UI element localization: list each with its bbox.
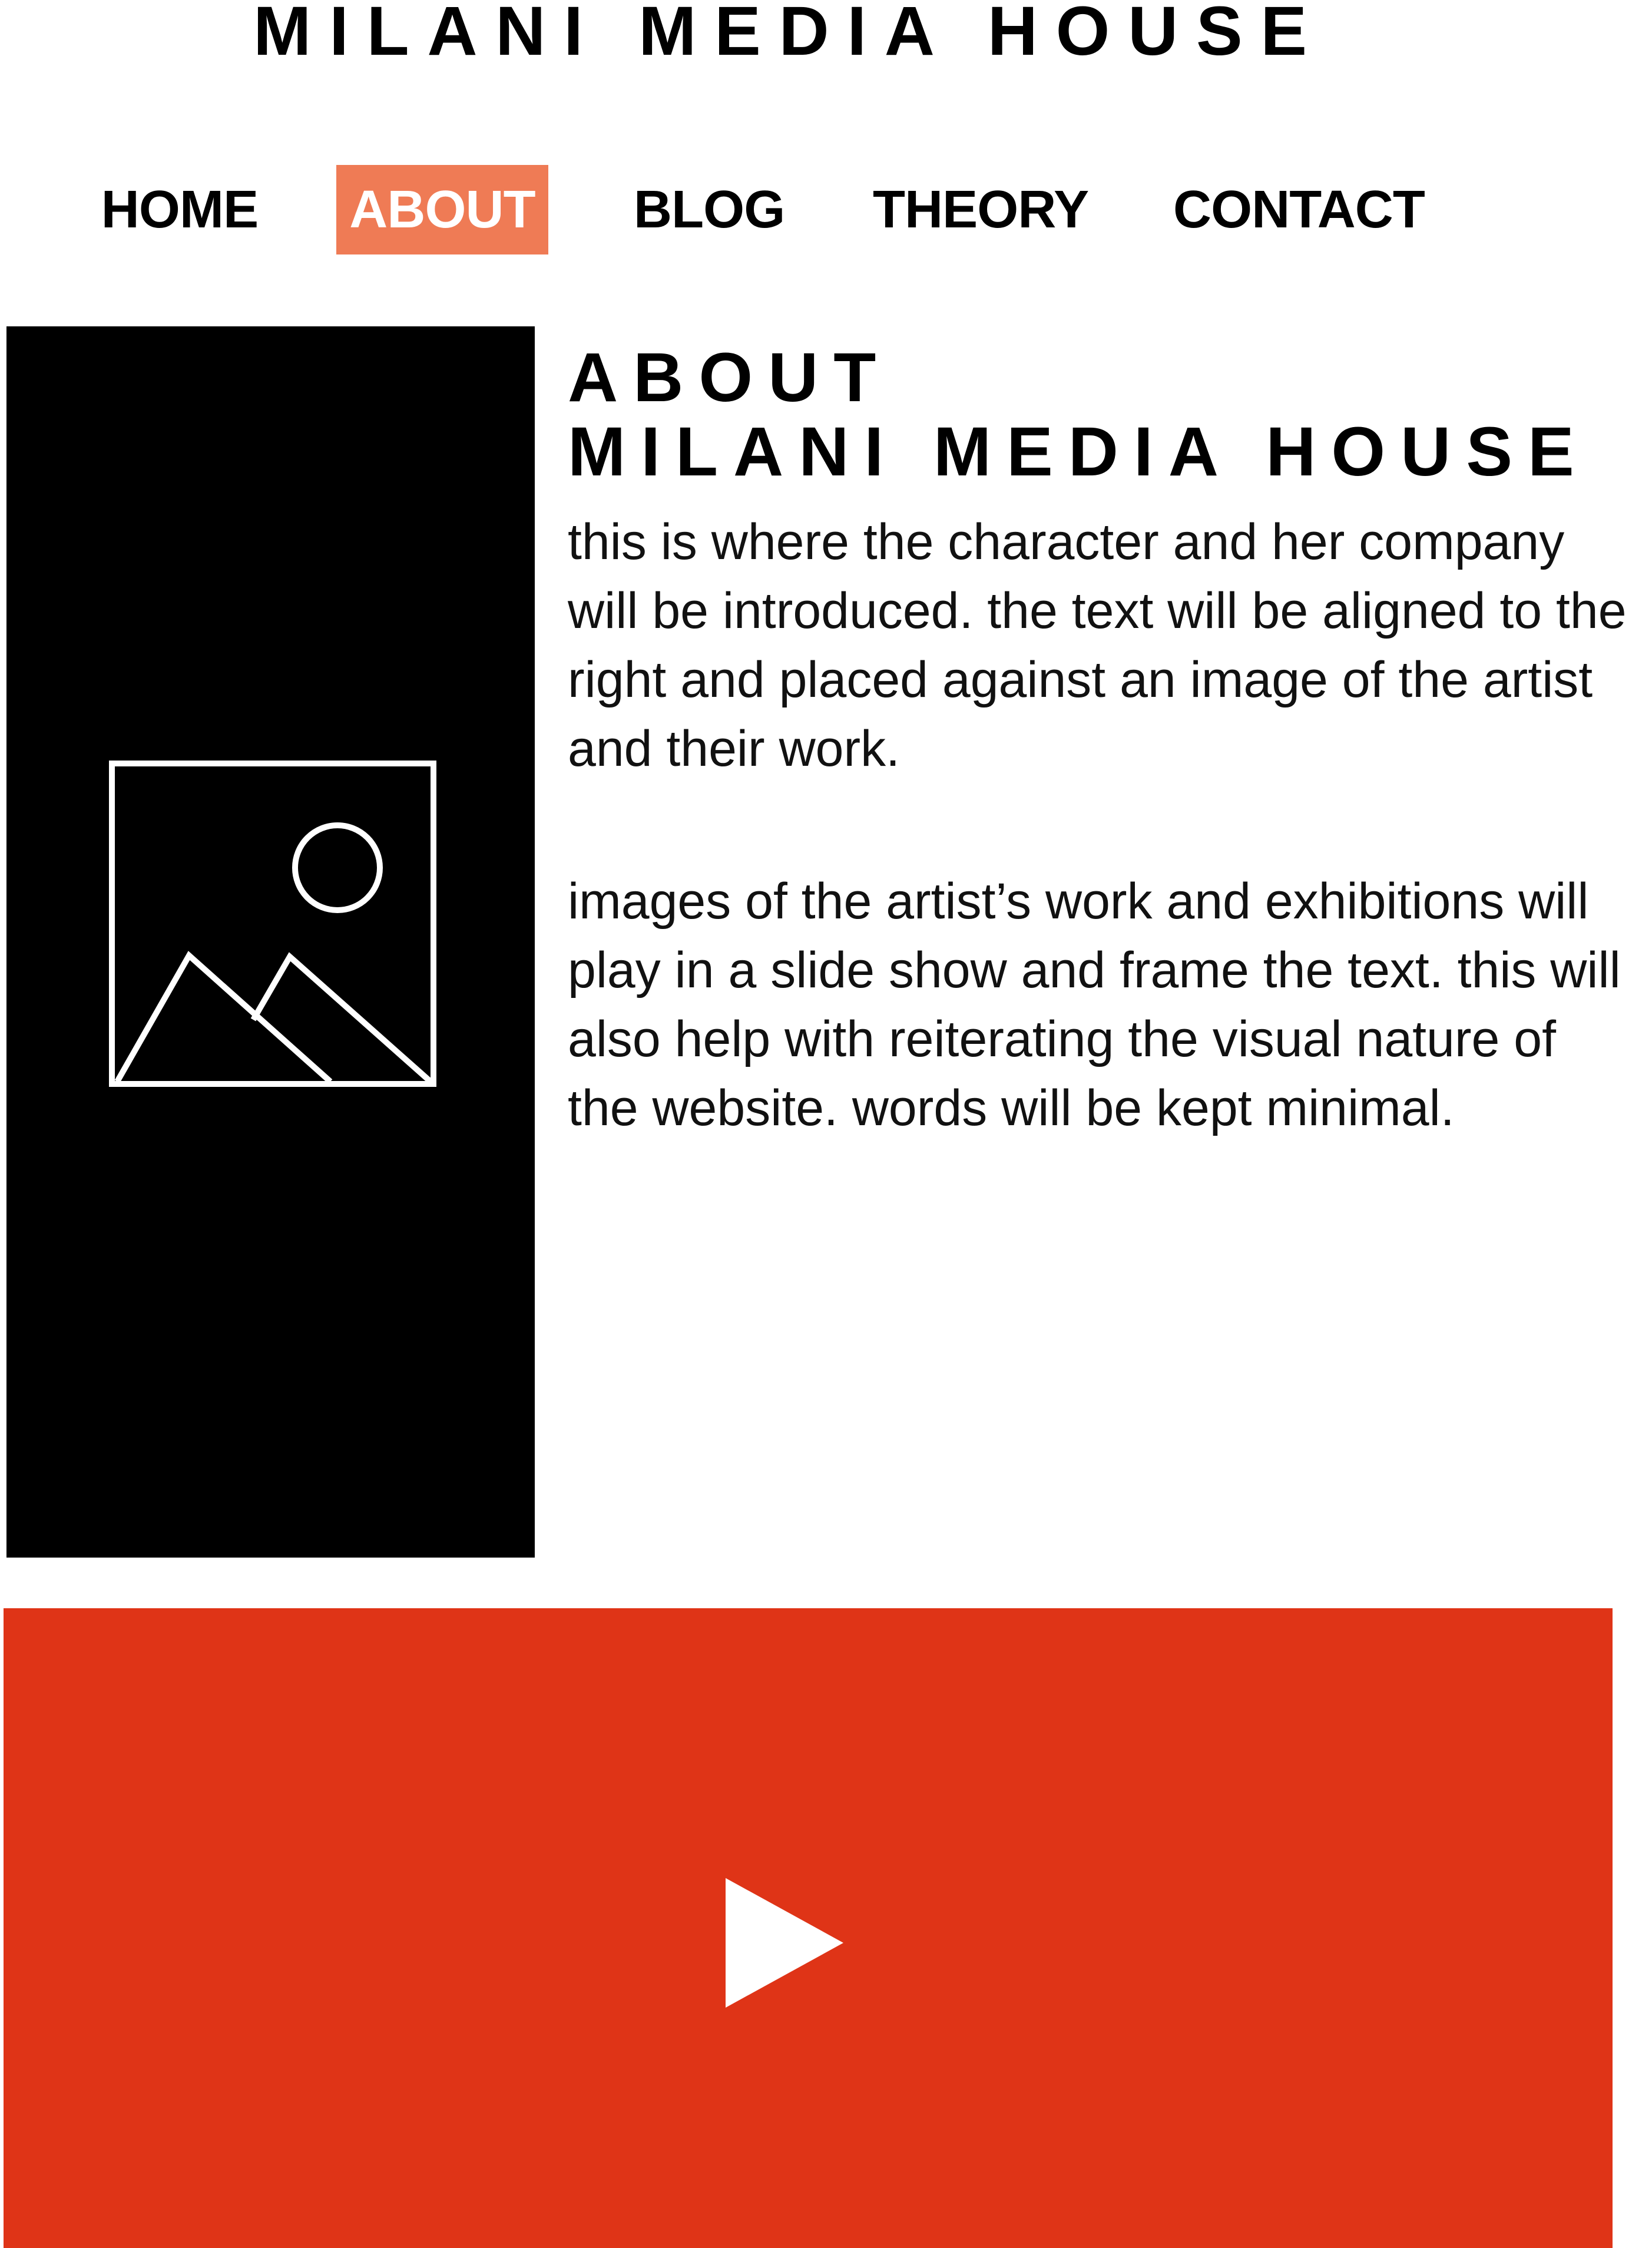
- nav-home[interactable]: HOME: [100, 165, 259, 254]
- play-icon[interactable]: [726, 1878, 843, 2008]
- about-paragraph-slideshow: images of the artist’s work and exhibiti…: [568, 873, 1621, 1136]
- image-slideshow-panel: [6, 326, 535, 1558]
- about-heading-line2: MILANI MEDIA HOUSE: [568, 413, 1590, 491]
- nav-contact[interactable]: CONTACT: [1173, 165, 1425, 254]
- image-placeholder-icon: [109, 761, 436, 1087]
- about-heading-line1: ABOUT: [568, 339, 892, 416]
- about-heading: ABOUT MILANI MEDIA HOUSE: [568, 340, 1640, 489]
- video-player[interactable]: [4, 1608, 1613, 2248]
- site-title: MILANI MEDIA HOUSE: [253, 0, 1325, 70]
- nav-about[interactable]: ABOUT: [336, 165, 548, 254]
- about-paragraph-intro: this is where the character and her comp…: [568, 514, 1627, 777]
- main-nav: HOME ABOUT BLOG THEORY CONTACT: [0, 165, 1652, 254]
- nav-blog[interactable]: BLOG: [634, 165, 785, 254]
- nav-theory[interactable]: THEORY: [873, 165, 1089, 254]
